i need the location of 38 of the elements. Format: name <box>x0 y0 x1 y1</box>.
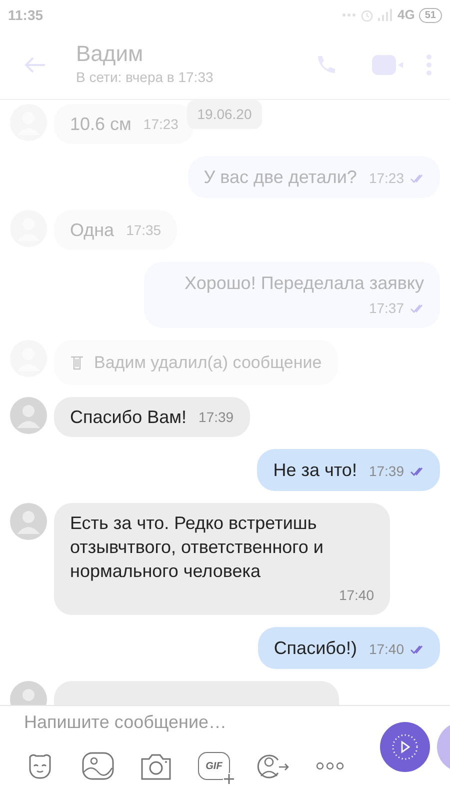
battery-icon: 51 <box>418 8 442 22</box>
message-time: 17:37 <box>368 298 404 318</box>
message-text: Спасибо Вам! <box>70 406 187 429</box>
voice-message-button[interactable] <box>380 722 430 772</box>
message-time: 17:39 <box>368 462 404 481</box>
message-time: 17:23 <box>143 114 178 134</box>
message-field[interactable]: Напишите сообщение… <box>24 708 364 736</box>
video-icon[interactable] <box>372 54 404 76</box>
avatar-icon[interactable] <box>10 397 47 434</box>
avatar-icon[interactable] <box>10 503 47 540</box>
contact-status: В сети: вчера в 17:33 <box>76 68 214 87</box>
message-text: Спасибо!) <box>274 637 357 660</box>
network-label: 4G <box>398 6 415 24</box>
trash-icon <box>70 354 84 370</box>
play-icon <box>391 733 419 761</box>
gallery-icon[interactable] <box>82 752 114 780</box>
camera-icon[interactable] <box>140 752 172 780</box>
message-text: Есть за что. Редко встретишь отзывчтвого, ответственного и нормального человека <box>70 512 324 583</box>
message-text: Хорошо! Переделала заявку <box>184 272 424 295</box>
signal-icon <box>378 9 394 21</box>
message-text: Не за что! <box>273 459 357 482</box>
message-text: У вас две детали? <box>204 166 357 189</box>
message-text: 10.6 см <box>70 112 132 136</box>
contact-name: Вадим <box>76 41 144 67</box>
more-options-icon[interactable] <box>316 762 344 770</box>
share-contact-icon[interactable] <box>256 752 290 780</box>
message-time: 17:40 <box>368 640 404 659</box>
status-time: 11:35 <box>8 6 44 24</box>
message-time: 17:35 <box>126 220 162 240</box>
message-time: 17:40 <box>338 586 374 605</box>
message-text: Одна <box>70 218 114 242</box>
date-badge: 19.06.20 <box>187 100 262 129</box>
message-time: 17:23 <box>368 168 404 188</box>
message-time: 17:39 <box>198 408 234 427</box>
alarm-icon <box>360 8 374 22</box>
message-text: Вадим удалил(а) сообщение <box>94 352 322 374</box>
more-icon[interactable] <box>426 54 432 76</box>
back-icon[interactable] <box>24 56 46 74</box>
